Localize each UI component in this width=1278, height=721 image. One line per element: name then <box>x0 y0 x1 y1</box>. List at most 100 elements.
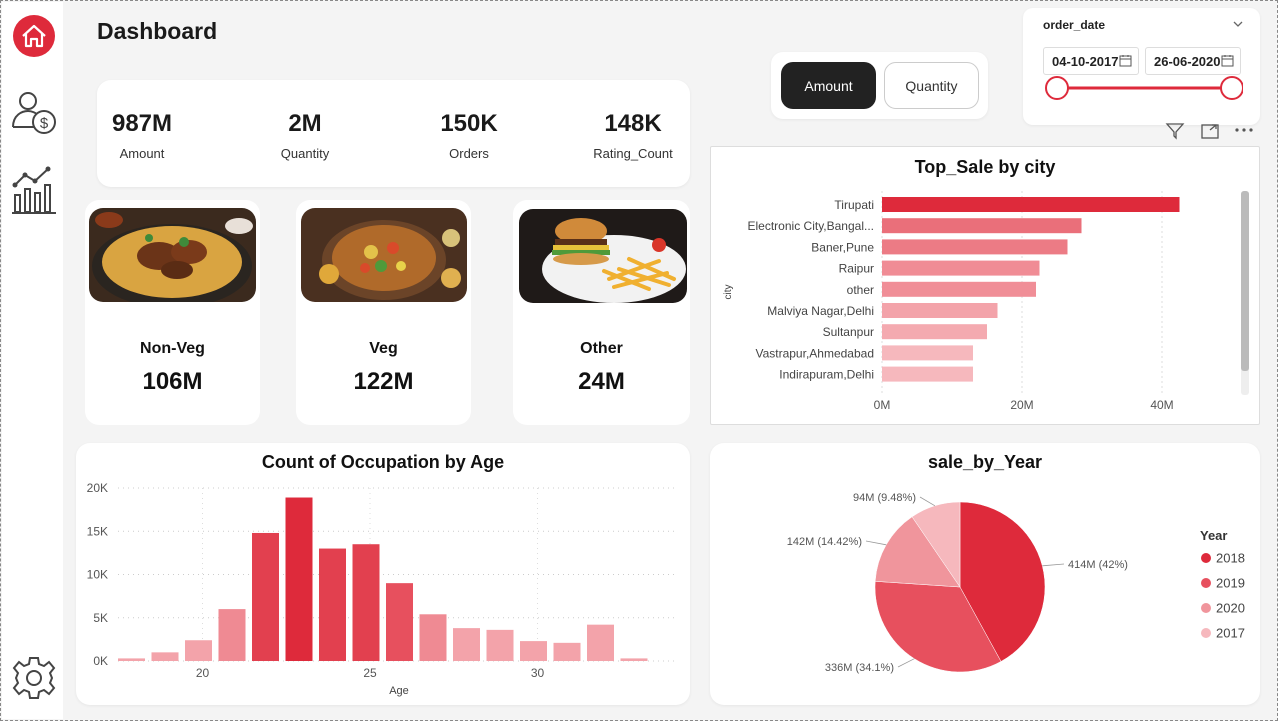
end-date-field[interactable]: 26-06-2020 <box>1145 47 1241 75</box>
end-date-value: 26-06-2020 <box>1154 53 1221 69</box>
kpi-amount: 987M Amount <box>77 110 207 161</box>
more-options-icon[interactable] <box>1233 122 1255 140</box>
food-card-other: Other 24M <box>513 200 690 425</box>
x-tick-label: 25 <box>363 666 377 680</box>
age-bar <box>486 629 514 661</box>
y-tick-label: 10K <box>87 568 108 582</box>
city-bar <box>882 366 973 382</box>
page-title: Dashboard <box>97 18 218 44</box>
slice-data-label: 142M (14.42%) <box>787 536 862 548</box>
food-value: 106M <box>142 368 203 395</box>
legend-label: 2017 <box>1216 626 1245 641</box>
age-bar <box>218 609 246 661</box>
kpi-value: 987M <box>111 110 173 137</box>
age-bar <box>118 658 145 661</box>
legend-label: 2019 <box>1216 576 1245 591</box>
slice-data-label: 336M (34.1%) <box>825 662 894 674</box>
legend-marker <box>1201 603 1211 613</box>
kpi-card: 987M Amount 2M Quantity 150K Orders 148K… <box>97 80 690 187</box>
x-axis-label: Age <box>389 685 409 697</box>
city-bar <box>882 345 973 361</box>
age-bar <box>419 614 447 661</box>
y-tick-label: 15K <box>87 524 108 538</box>
scrollbar[interactable] <box>1241 191 1249 395</box>
age-bar <box>185 640 212 661</box>
x-tick-label: 40M <box>1150 398 1173 412</box>
y-tick-label: Vastrapur,Ahmedabad <box>755 346 874 360</box>
amount-toggle-button[interactable]: Amount <box>781 62 876 109</box>
age-bar-chart: 0K 5K 10K 15K 20K 20 25 30 Age <box>87 481 676 697</box>
y-tick-label: Sultanpur <box>823 325 874 339</box>
kpi-quantity: 2M Quantity <box>240 110 370 161</box>
x-tick-label: 20 <box>196 666 210 680</box>
food-name: Other <box>580 340 623 357</box>
x-tick-label: 30 <box>531 666 545 680</box>
legend-title: Year <box>1200 528 1227 543</box>
settings-button[interactable] <box>10 654 58 702</box>
legend-marker <box>1201 553 1211 563</box>
kpi-value: 150K <box>440 110 498 137</box>
leader-line <box>919 496 936 507</box>
y-tick-label: Tirupati <box>834 198 874 212</box>
date-slicer-label: order_date <box>1043 18 1106 32</box>
x-tick-label: 20M <box>1010 398 1033 412</box>
age-bar <box>285 497 313 661</box>
filter-icon[interactable] <box>1165 122 1185 140</box>
leader-line <box>1042 563 1065 567</box>
food-name: Non-Veg <box>140 340 205 357</box>
x-tick-label: 0M <box>874 398 891 412</box>
city-bar <box>882 218 1082 234</box>
quantity-toggle-button[interactable]: Quantity <box>884 62 979 109</box>
kpi-label: Orders <box>449 146 489 161</box>
biryani-image <box>89 208 256 302</box>
gear-icon <box>12 657 56 699</box>
focus-mode-icon[interactable] <box>1200 122 1220 140</box>
line-bar-chart-icon <box>12 166 56 214</box>
age-bar <box>620 658 648 661</box>
kpi-value: 148K <box>604 110 662 137</box>
sale-year-visual: sale_by_Year 414M (42%) 336M (34.1%) 142M … <box>710 443 1260 705</box>
age-bar <box>520 641 547 661</box>
home-button[interactable] <box>10 12 58 60</box>
age-bar <box>151 652 179 661</box>
customer-money-icon: $ <box>12 92 56 134</box>
city-bar <box>882 239 1068 255</box>
slice-data-label: 94M (9.48%) <box>853 492 916 504</box>
food-value: 24M <box>578 368 625 395</box>
leader-line <box>865 540 887 546</box>
food-name: Veg <box>369 340 398 357</box>
y-tick-label: Baner,Pune <box>811 240 874 254</box>
age-bar <box>386 583 413 661</box>
age-bar <box>587 624 614 661</box>
food-card-non-veg: Non-Veg 106M <box>85 200 260 425</box>
veg-dish-image <box>301 208 467 302</box>
svg-text:$: $ <box>40 115 49 132</box>
age-bar <box>553 642 581 661</box>
y-tick-label: Electronic City,Bangal... <box>748 219 875 233</box>
customer-sales-button[interactable]: $ <box>10 90 58 138</box>
y-axis-label: city <box>723 285 734 300</box>
y-tick-label: 5K <box>93 611 108 625</box>
analytics-button[interactable] <box>10 166 58 214</box>
chevron-down-icon[interactable] <box>1232 16 1244 34</box>
date-range-slider[interactable] <box>1043 74 1243 102</box>
calendar-icon <box>1119 55 1132 67</box>
date-slicer: order_date 04-10-2017 26-06-2020 <box>1023 8 1260 125</box>
occupation-age-visual: Count of Occupation by Age 0K 5K 10K 15K 20K… <box>76 443 690 705</box>
y-tick-label: 20K <box>87 481 108 495</box>
kpi-label: Rating_Count <box>593 146 673 161</box>
start-date-field[interactable]: 04-10-2017 <box>1043 47 1139 75</box>
city-bar <box>882 303 998 318</box>
scrollbar-thumb[interactable] <box>1241 191 1249 371</box>
home-icon <box>13 15 55 57</box>
age-bar <box>319 548 346 661</box>
y-tick-label: Indirapuram,Delhi <box>779 368 874 382</box>
legend-label: 2020 <box>1216 601 1245 616</box>
y-tick-label: Malviya Nagar,Delhi <box>767 304 874 318</box>
city-bar <box>882 324 987 340</box>
age-bar <box>352 544 380 661</box>
legend-marker <box>1201 578 1211 588</box>
slider-start-handle <box>1045 76 1069 100</box>
city-bar <box>882 260 1040 276</box>
kpi-value: 2M <box>288 110 322 137</box>
